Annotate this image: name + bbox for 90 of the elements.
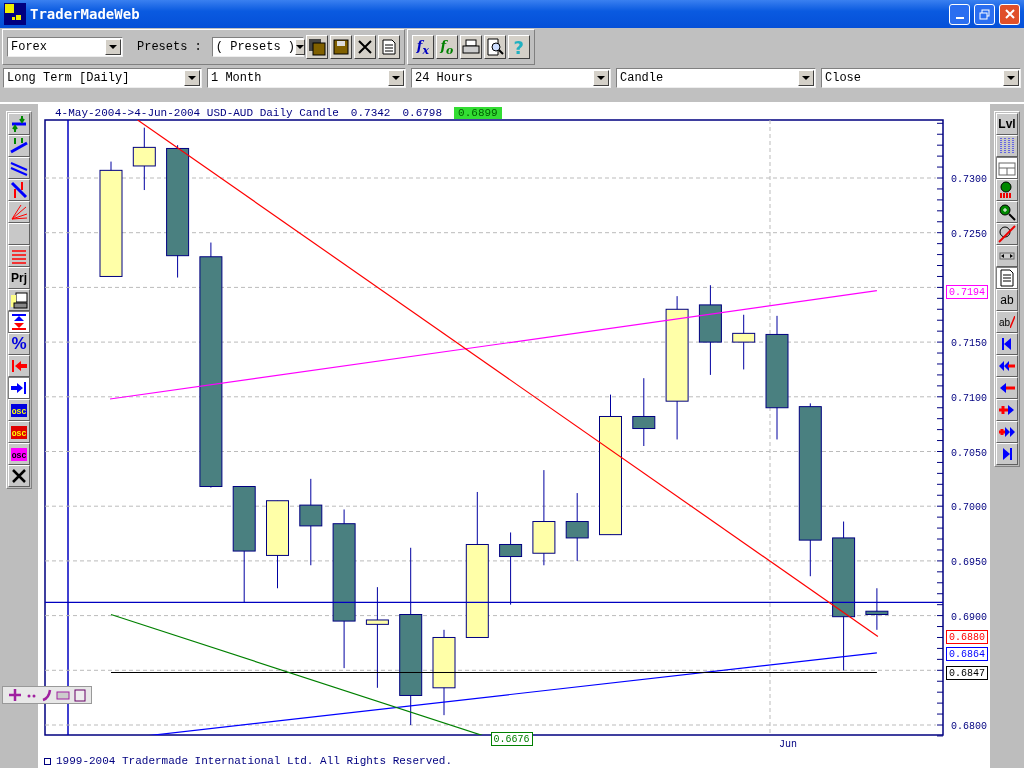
parallel-lines-icon: [10, 159, 28, 177]
chart-tool-button[interactable]: [8, 311, 30, 333]
price-tag: 0.6676: [491, 732, 533, 746]
close-icon: [1004, 9, 1015, 19]
copyright-text: 1999-2004 Tradermade International Ltd. All Rights Reserved.: [56, 755, 453, 767]
zoom-cross-icon: [998, 225, 1016, 243]
price-axis-label: 0.7050: [951, 447, 987, 459]
chart-title: 4-May-2004->4-Jun-2004 USD-AUD Daily Candle: [55, 107, 339, 119]
option-dropdown[interactable]: 1 Month: [207, 68, 406, 88]
table-icon: [998, 159, 1016, 177]
price-tag: 0.6847: [946, 666, 988, 680]
candlestick: [632, 377, 656, 447]
chart-tool-button[interactable]: ab: [996, 289, 1018, 311]
trendline-icon: [10, 137, 28, 155]
option-dropdown[interactable]: Long Term [Daily]: [3, 68, 202, 88]
cross-icon: [10, 467, 28, 485]
square-icon: [44, 757, 51, 765]
chart-tool-button[interactable]: [996, 157, 1018, 179]
dropdown-arrow-icon: [392, 76, 400, 80]
zoom-in-icon: [998, 203, 1016, 221]
option-dropdown[interactable]: Close: [821, 68, 1021, 88]
delete-button[interactable]: [353, 35, 376, 59]
save-button[interactable]: [329, 35, 352, 59]
price-tag: 0.7194: [946, 285, 988, 299]
price-tag: 0.6880: [946, 630, 988, 644]
save-all-button[interactable]: [305, 35, 328, 59]
cross-icon: [357, 40, 372, 54]
vertical-grid-icon: [998, 137, 1016, 155]
price-tag: 0.6864: [946, 647, 988, 661]
dropdown-arrow-icon: [109, 45, 117, 49]
minimize-button[interactable]: [949, 3, 970, 25]
low-value: 0.6798: [402, 107, 443, 119]
magnifier-page-icon: [485, 38, 504, 56]
dropdown-arrow-icon: [597, 76, 605, 80]
slash-icon: [1010, 316, 1016, 328]
dropdown-arrow-icon: [1007, 76, 1015, 80]
option-dropdown[interactable]: 24 Hours: [411, 68, 611, 88]
chart-tool-button[interactable]: OSC: [8, 399, 30, 421]
price-axis-label: 0.7300: [951, 174, 987, 185]
month-label: Jun: [779, 739, 797, 750]
dropdown-arrow-icon: [188, 76, 196, 80]
fan-lines-icon: [10, 203, 28, 221]
chart-tool-button[interactable]: Prj: [8, 267, 30, 289]
floppy-disks-icon: [307, 38, 326, 56]
crossed-line-icon: [10, 181, 28, 199]
price-axis-label: 0.7100: [951, 392, 987, 404]
print-preview-button[interactable]: [483, 35, 506, 59]
notes-button[interactable]: [377, 35, 400, 59]
horizontal-line-icon: [10, 115, 28, 133]
price-axis-label: 0.6900: [951, 611, 987, 623]
window-title: TraderMadeWeb: [30, 6, 141, 22]
formula-button[interactable]: f$_{x}$: [411, 35, 434, 59]
horizontal-lines-icon: [10, 247, 28, 265]
chart-tool-button[interactable]: [8, 377, 30, 399]
document-icon: [381, 39, 396, 55]
computer-icon: [10, 291, 28, 309]
up-down-arrows-icon: [10, 313, 28, 331]
price-axis-label: 0.6800: [951, 721, 987, 732]
presets-label: Presets :: [137, 40, 202, 54]
restore-icon: [979, 8, 990, 20]
chart-tool-button[interactable]: ab: [996, 311, 1018, 333]
left-arrow-bar-icon: [10, 357, 28, 375]
document-icon: [998, 269, 1016, 287]
candlestick: [565, 492, 589, 562]
candlestick: [865, 587, 889, 631]
price-axis-label: 0.7150: [951, 338, 987, 350]
chart-tool-button[interactable]: OSC: [8, 443, 30, 465]
price-axis-label: 0.7250: [951, 228, 987, 240]
app-logo-icon: [4, 3, 26, 25]
price-axis-label: 0.6950: [951, 556, 987, 568]
option-dropdown[interactable]: Candle: [616, 68, 816, 88]
dropdown-arrow-icon: [802, 76, 810, 80]
chart-tool-button[interactable]: [996, 267, 1018, 289]
last-value: 0.6899: [454, 107, 502, 119]
high-value: 0.7342: [350, 107, 391, 119]
candlestick: [132, 127, 156, 191]
chart-tool-button[interactable]: OSC: [8, 421, 30, 443]
minimize-icon: [955, 17, 964, 19]
close-button[interactable]: [999, 3, 1020, 25]
candlestick: [732, 314, 756, 370]
presets-dropdown[interactable]: ( Presets ): [211, 37, 304, 57]
market-dropdown[interactable]: Forex: [7, 37, 123, 57]
chart-tool-button[interactable]: Lvl: [996, 113, 1018, 135]
printer-icon: [461, 39, 480, 55]
dropdown-arrow-icon: [296, 45, 305, 49]
right-arrow-bar-icon: [10, 379, 28, 397]
restore-button[interactable]: [974, 3, 995, 25]
chart-tool-button[interactable]: %: [8, 333, 30, 355]
price-axis-label: 0.7000: [951, 502, 987, 514]
print-button[interactable]: [459, 35, 482, 59]
